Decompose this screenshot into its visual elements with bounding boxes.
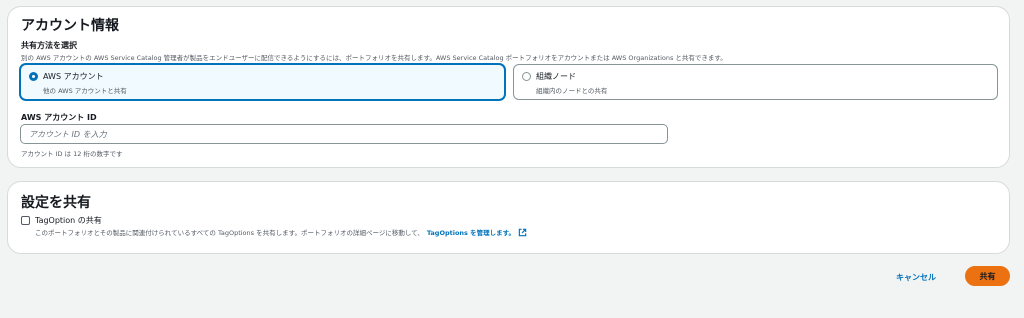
aws-account-radio[interactable] (29, 72, 38, 81)
account-id-hint: アカウント ID は 12 桁の数字です (21, 150, 123, 158)
org-node-radio[interactable] (522, 72, 531, 81)
share-method-description: 別の AWS アカウントの AWS Service Catalog 管理者が製品… (21, 54, 727, 62)
tagoption-description-row: このポートフォリオとその製品に関連付けられているすべての TagOptions … (35, 227, 527, 237)
account-id-input[interactable] (20, 124, 668, 144)
account-info-panel: アカウント情報 共有方法を選択 別の AWS アカウントの AWS Servic… (7, 6, 1010, 168)
manage-tagoptions-link[interactable]: TagOptions を管理します。 (427, 227, 527, 237)
aws-account-option-description: 他の AWS アカウントと共有 (43, 87, 127, 95)
aws-account-option[interactable]: AWS アカウント 他の AWS アカウントと共有 (20, 64, 505, 100)
tagoption-checkbox[interactable] (21, 216, 30, 225)
cancel-button[interactable]: キャンセル (896, 269, 936, 285)
org-node-option[interactable]: 組織ノード 組織内のノードとの共有 (513, 64, 998, 100)
aws-account-option-label: AWS アカウント (43, 72, 104, 81)
share-method-label: 共有方法を選択 (21, 41, 77, 50)
manage-tagoptions-link-text: TagOptions を管理します。 (426, 229, 516, 237)
tagoption-description: このポートフォリオとその製品に関連付けられているすべての TagOptions … (35, 229, 424, 237)
account-info-title: アカウント情報 (21, 18, 119, 34)
share-settings-title: 設定を共有 (21, 195, 91, 211)
org-node-option-label: 組織ノード (536, 72, 576, 81)
external-link-icon (518, 228, 527, 236)
account-id-label: AWS アカウント ID (21, 113, 97, 122)
share-button[interactable]: 共有 (965, 266, 1010, 286)
org-node-option-description: 組織内のノードとの共有 (536, 87, 608, 95)
tagoption-label: TagOption の共有 (35, 216, 102, 225)
share-settings-panel: 設定を共有 TagOption の共有 このポートフォリオとその製品に関連付けら… (7, 181, 1010, 254)
